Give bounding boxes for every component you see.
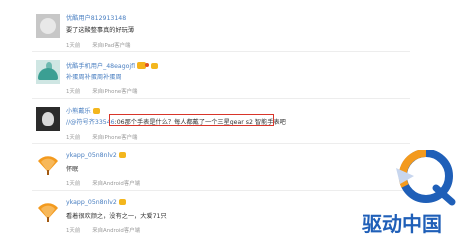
divider: [32, 190, 410, 191]
comment-username-text[interactable]: 小熊戴乐: [66, 108, 91, 115]
comment-time: 1天前: [66, 43, 81, 49]
comment-text: 怀眠: [66, 166, 79, 173]
comment-meta: 1天前 来自iPhone客户端: [66, 133, 137, 141]
divider: [32, 143, 410, 144]
level-badge-icon: [92, 108, 100, 114]
avatar[interactable]: [36, 199, 60, 223]
avatar[interactable]: [36, 60, 60, 84]
divider: [32, 98, 410, 99]
comment-source: 来自Android客户端: [92, 181, 141, 187]
comment-meta: 1天前 来自Android客户端: [66, 226, 140, 234]
comment-text: 看着很欢颜之，没有之一，大爱71只: [66, 213, 167, 220]
comment-meta: 1天前 来自iPad客户端: [66, 41, 130, 49]
avatar[interactable]: [36, 14, 60, 38]
comment-username[interactable]: 优酷手机用户_48eagojfl: [66, 61, 159, 70]
avatar[interactable]: [36, 107, 60, 131]
watermark-text: 驱动中国: [362, 212, 442, 236]
fan-icon: [38, 156, 58, 175]
level-badge-icon: [151, 63, 159, 69]
comment-text-link[interactable]: 补蛋周补蛋周补蛋周: [66, 74, 122, 81]
comment-time: 1天前: [66, 135, 81, 141]
comment-text: 补蛋周补蛋周补蛋周: [66, 72, 122, 81]
comment-time: 1天前: [66, 181, 81, 187]
comment-username-text[interactable]: ykapp_05n8nlv2: [66, 152, 117, 159]
vip-badge-icon: [137, 62, 150, 69]
divider: [32, 51, 410, 52]
comment-username[interactable]: 小熊戴乐: [66, 106, 100, 115]
comment-username[interactable]: 优酷用户812913148: [66, 13, 126, 22]
comment-time: 1天前: [66, 89, 81, 95]
level-badge-icon: [118, 199, 126, 205]
comment-text: 要了这酸整事真的好玩薄: [66, 27, 135, 34]
comment-source: 来自Android客户端: [92, 228, 141, 234]
logo-q-icon: [396, 148, 456, 206]
level-badge-icon: [118, 152, 126, 158]
comment-source: 来自iPad客户端: [92, 43, 131, 49]
fan-icon: [38, 203, 58, 222]
comment-username-text[interactable]: ykapp_05n8nlv2: [66, 199, 117, 206]
comment-meta: 1天前 来自Android客户端: [66, 179, 140, 187]
comment-source: 来自iPhone客户端: [92, 135, 138, 141]
comment-username-text[interactable]: 优酷手机用户_48eagojfl: [66, 63, 135, 70]
highlight-box: [109, 114, 274, 126]
comment-username[interactable]: ykapp_05n8nlv2: [66, 199, 126, 206]
comment-source: 来自iPhone客户端: [92, 89, 138, 95]
comment-username[interactable]: ykapp_05n8nlv2: [66, 152, 126, 159]
comment-time: 1天前: [66, 228, 81, 234]
mention-link[interactable]: //@符号齐33546: [66, 119, 115, 126]
comment-meta: 1天前 来自iPhone客户端: [66, 87, 137, 95]
avatar[interactable]: [36, 152, 60, 176]
